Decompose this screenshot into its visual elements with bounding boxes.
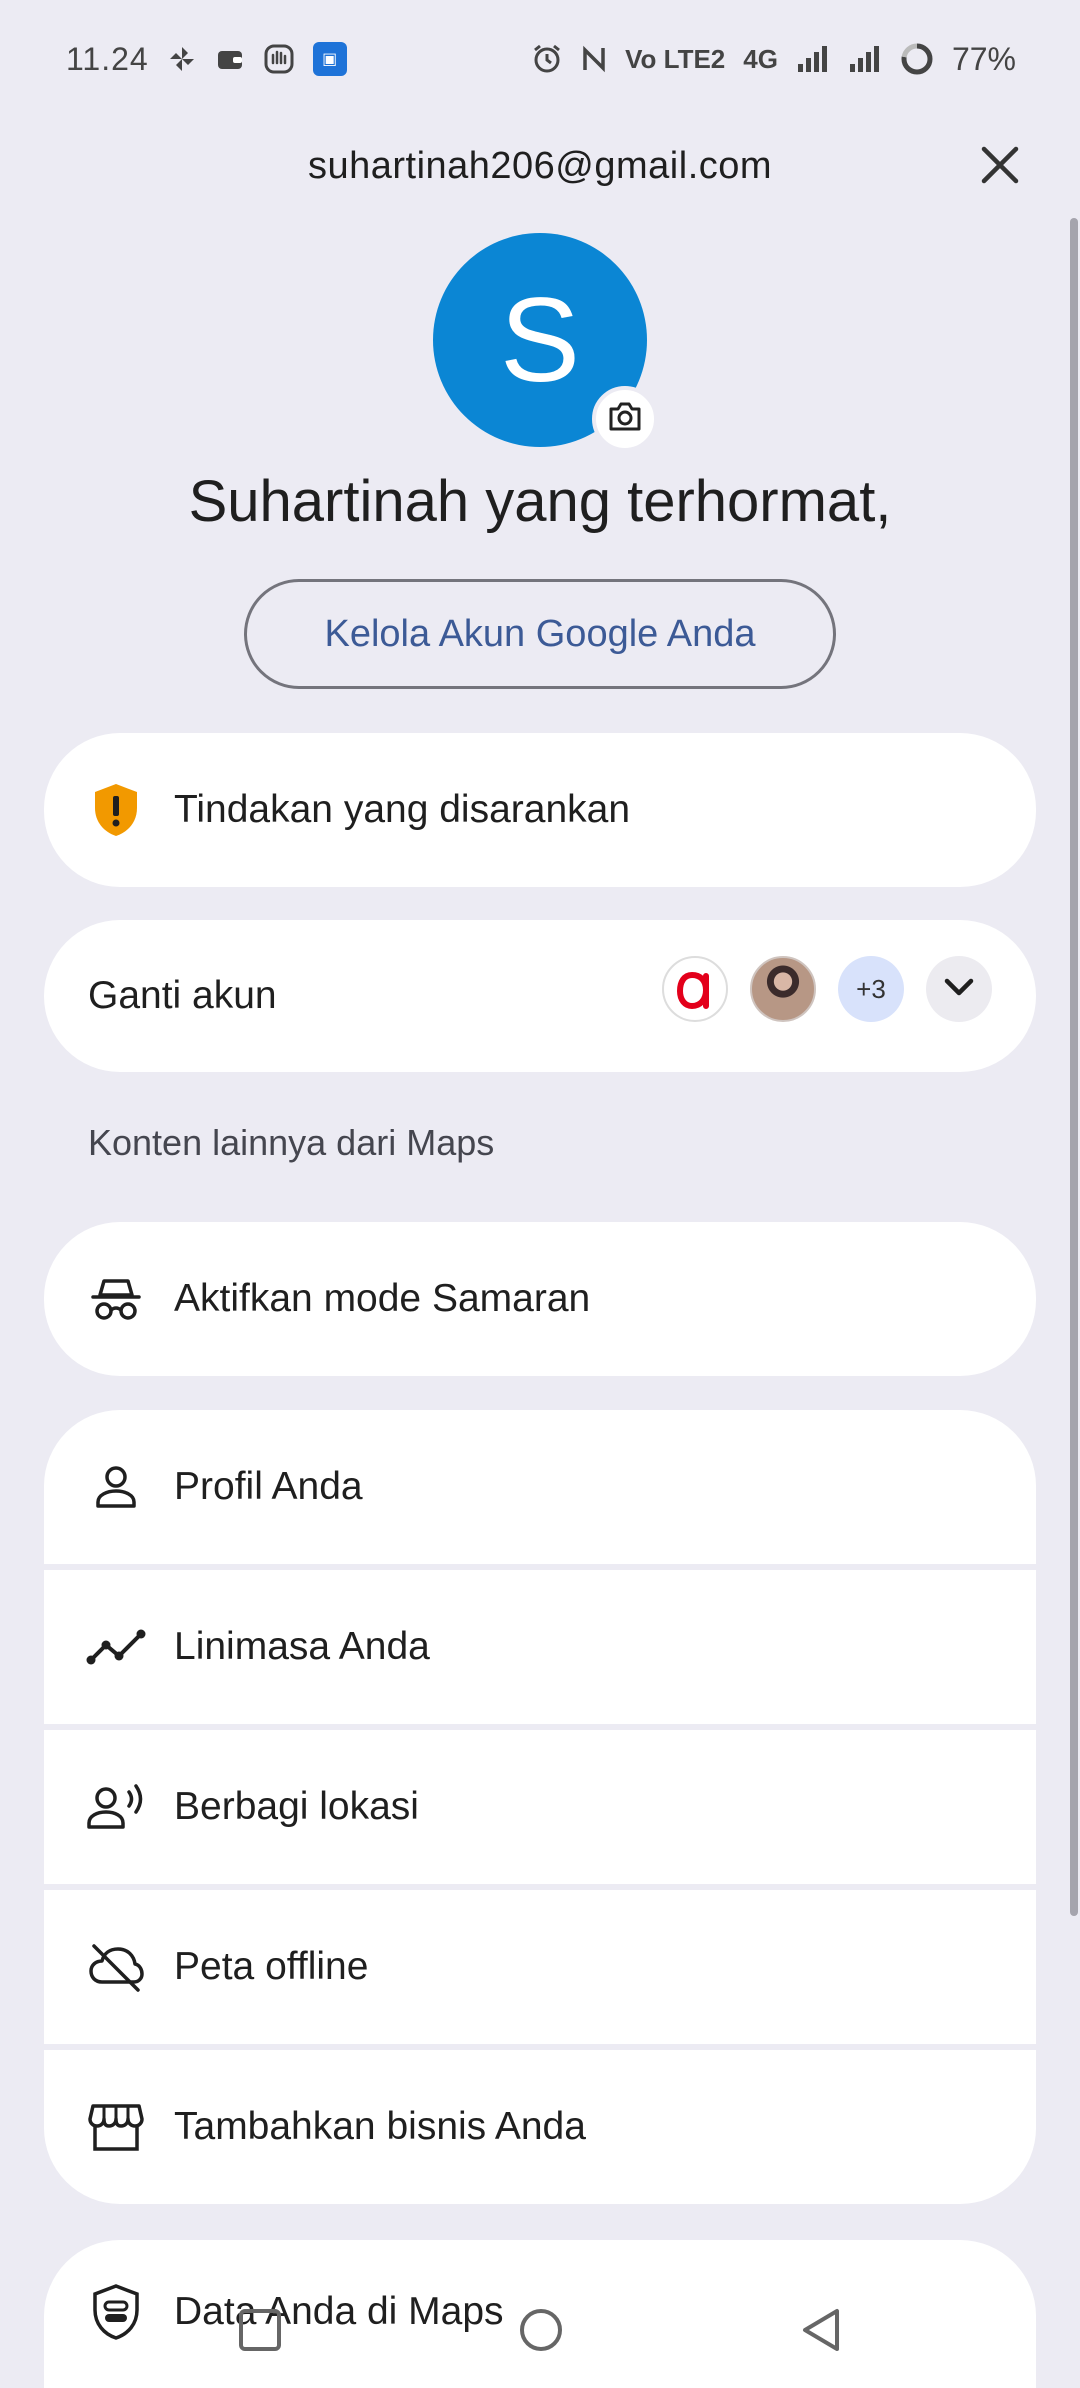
greeting: Suhartinah yang terhormat, [188, 469, 892, 534]
pinwheel-icon [167, 44, 197, 74]
chevron-down-icon [943, 976, 975, 1003]
expand-accounts-button[interactable] [926, 956, 992, 1022]
camera-icon [607, 401, 643, 438]
account-avatar-1[interactable] [662, 956, 728, 1022]
menu-item-label: Berbagi lokasi [174, 1785, 419, 1828]
app-icon: ▣ [312, 42, 347, 76]
avatar-letter: S [499, 273, 581, 407]
account-email: suhartinah206@gmail.com [307, 144, 773, 187]
account-header: suhartinah206@gmail.com [0, 118, 1080, 214]
incognito-label: Aktifkan mode Samaran [174, 1277, 591, 1320]
menu-item-add-business[interactable]: Tambahkan bisnis Anda [44, 2050, 1036, 2204]
recents-icon[interactable] [237, 2307, 283, 2358]
close-button[interactable] [960, 132, 1040, 202]
status-time: 11.24 [66, 40, 149, 77]
hand-icon [263, 43, 295, 75]
person-icon [86, 1457, 146, 1517]
battery-ring-icon [900, 42, 934, 76]
menu-item-label: Tambahkan bisnis Anda [174, 2105, 586, 2148]
battery-percent: 77% [951, 40, 1016, 77]
signal-icon [796, 44, 830, 74]
location-sharing-icon [86, 1777, 146, 1837]
menu-item-label: Linimasa Anda [174, 1625, 430, 1668]
more-accounts-badge[interactable]: +3 [838, 956, 904, 1022]
alarm-icon [531, 43, 563, 75]
network-type: 4G [743, 43, 778, 74]
status-bar: 11.24 ▣ Vo LTE2 4G 77% [0, 0, 1080, 118]
storefront-icon [86, 2097, 146, 2157]
recommended-actions[interactable]: Tindakan yang disarankan [44, 733, 1036, 887]
shield-warning-icon [86, 780, 146, 840]
change-photo-button[interactable] [592, 386, 658, 452]
switch-account-row[interactable]: Ganti akun +3 [44, 920, 1036, 1072]
section-heading: Konten lainnya dari Maps [88, 1122, 495, 1163]
menu-group: Profil Anda Linimasa Anda Berbagi lokasi… [44, 1410, 1036, 2204]
back-icon[interactable] [799, 2307, 843, 2358]
menu-item-offline-maps[interactable]: Peta offline [44, 1890, 1036, 2044]
incognito-icon [86, 1269, 146, 1329]
recommended-actions-label: Tindakan yang disarankan [174, 788, 631, 831]
menu-item-location-sharing[interactable]: Berbagi lokasi [44, 1730, 1036, 1884]
menu-item-label: Profil Anda [174, 1465, 363, 1508]
home-icon[interactable] [517, 2306, 565, 2359]
navigation-bar [0, 2276, 1080, 2388]
signal-icon-2 [848, 44, 882, 74]
switch-account-label: Ganti akun [88, 974, 277, 1017]
account-avatar-2[interactable] [750, 956, 816, 1022]
menu-item-profile[interactable]: Profil Anda [44, 1410, 1036, 1564]
nfc-icon [581, 44, 607, 74]
manage-account-button[interactable]: Kelola Akun Google Anda [244, 579, 836, 689]
volte-label: Vo LTE2 [625, 43, 726, 74]
timeline-icon [86, 1617, 146, 1677]
wallet-icon [215, 44, 245, 74]
offline-map-icon [86, 1937, 146, 1997]
menu-item-label: Peta offline [174, 1945, 369, 1988]
incognito-mode-row[interactable]: Aktifkan mode Samaran [44, 1222, 1036, 1376]
close-icon [980, 145, 1020, 190]
menu-item-timeline[interactable]: Linimasa Anda [44, 1570, 1036, 1724]
